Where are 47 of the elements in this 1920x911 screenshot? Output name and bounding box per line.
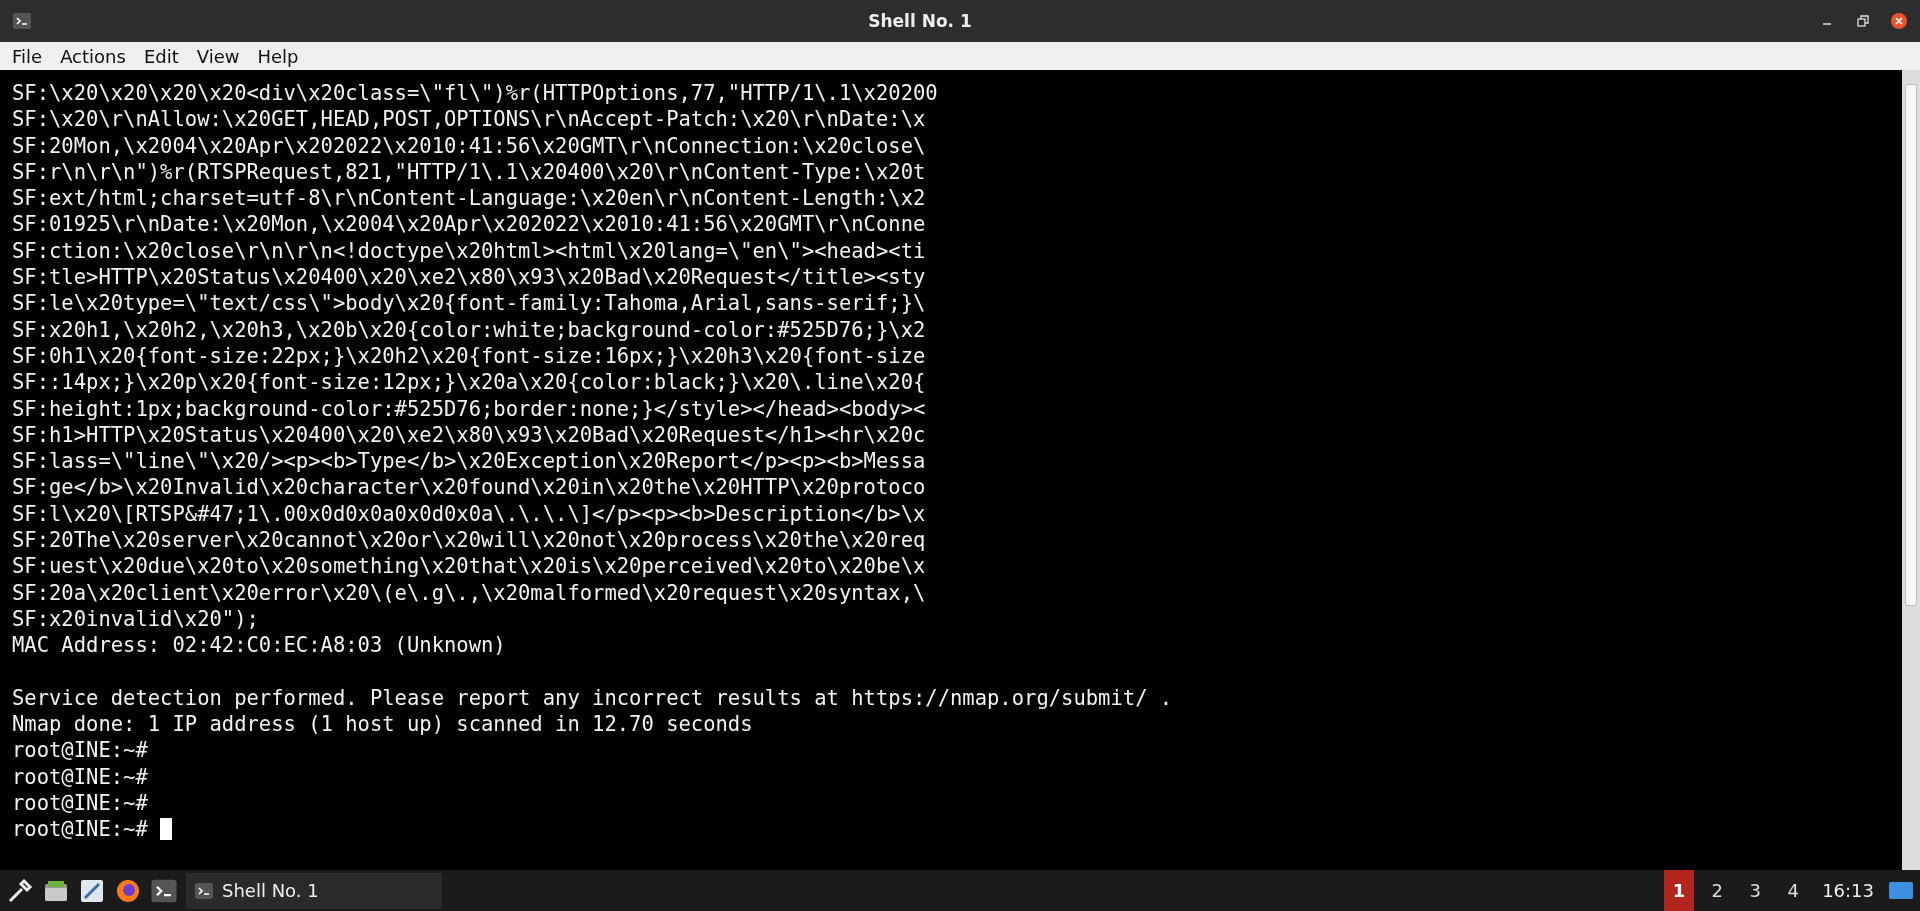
menu-item[interactable]: View [188, 45, 248, 67]
workspace-button[interactable]: 1 [1664, 870, 1695, 911]
terminal-line: root@INE:~# [12, 816, 148, 843]
terminal-icon [194, 880, 214, 901]
terminal-line: SF:\x20\r\nAllow:\x20GET,HEAD,POST,OPTIONS\r\nAccept-Patch:\x20\r\nDate:\x [12, 106, 926, 133]
taskbar-task[interactable]: Shell No. 1 [186, 872, 442, 909]
terminal-line: root@INE:~# [12, 737, 148, 764]
scrollbar[interactable] [1902, 70, 1920, 870]
restore-icon[interactable] [1854, 12, 1872, 30]
terminal-line: SF:20The\x20server\x20cannot\x20or\x20will\x20not\x20process\x20the\x20req [12, 527, 926, 554]
terminal-line: Nmap done: 1 IP address (1 host up) scanned in 12.70 seconds [12, 711, 753, 738]
terminal-icon [12, 11, 32, 31]
terminal-line: SF:ction:\x20close\r\n\r\n<!doctype\x20html><html\x20lang=\"en\"><head><ti [12, 237, 926, 265]
terminal-line: Service detection performed. Please report any incorrect results at https://nmap.org/submit/ . [12, 684, 1173, 712]
terminal-line: SF:uest\x20due\x20to\x20something\x20that\x20is\x20perceived\x20to\x20be\x [12, 553, 926, 580]
terminal-line: SF:\x20\x20\x20\x20<div\x20class=\"fl\")%r(HTTPOptions,77,"HTTP/1\.1\x20200 [12, 80, 938, 107]
terminal-line: SF:le\x20type=\"text/css\">body\x20{font-family:Tahoma,Arial,sans-serif;}\ [12, 290, 926, 317]
terminal-line: SF:20a\x20client\x20error\x20\(e\.g\.,\x20malformed\x20request\x20syntax,\ [12, 579, 926, 606]
terminal-line: SF:height:1px;background-color:#525D76;border:none;}</style></head><body>< [12, 395, 926, 422]
terminal-line: SF:h1>HTTP\x20Status\x20400\x20\xe2\x80\x93\x20Bad\x20Request</h1><hr\x20c [12, 421, 926, 449]
workspace-button[interactable]: 4 [1778, 870, 1809, 911]
close-icon[interactable] [1890, 12, 1908, 30]
workspace-button[interactable]: 2 [1702, 870, 1733, 911]
workspace-button[interactable]: 3 [1740, 870, 1771, 911]
terminal-line: root@INE:~# [12, 790, 148, 817]
menu-item[interactable]: File [4, 45, 51, 67]
terminal-line: SF:tle>HTTP\x20Status\x20400\x20\xe2\x80\x93\x20Bad\x20Request</title><sty [12, 264, 926, 291]
terminal-line: MAC Address: 02:42:C0:EC:A8:03 (Unknown) [12, 632, 506, 659]
terminal-line: SF:01925\r\nDate:\x20Mon,\x2004\x20Apr\x202022\x2010:41:56\x20GMT\r\nConne [12, 211, 926, 238]
tools-icon[interactable] [6, 876, 34, 905]
menu-item[interactable]: Actions [52, 45, 134, 67]
notification-icon[interactable] [1888, 879, 1914, 902]
clock: 16:13 [1821, 880, 1875, 901]
terminal-line: SF:x20h1,\x20h2,\x20h3,\x20b\x20{color:white;background-color:#525D76;}\x2 [12, 316, 926, 343]
terminal-line: SF::14px;}\x20p\x20{font-size:12px;}\x20a\x20{color:black;}\x20\.line\x20{ [12, 369, 926, 396]
terminal-line: SF:ge</b>\x20Invalid\x20character\x20found\x20in\x20the\x20HTTP\x20protoco [12, 474, 926, 501]
terminal-line: SF:0h1\x20{font-size:22px;}\x20h2\x20{font-size:16px;}\x20h3\x20{font-size [12, 342, 926, 370]
window-title: Shell No. 1 [867, 11, 973, 31]
terminal-line: SF:lass=\"line\"\x20/><p><b>Type</b>\x20Exception\x20Report</p><p><b>Messa [12, 448, 926, 475]
terminal-line: SF:l\x20\[RTSP&#47;1\.00x0d0x0a0x0d0x0a\.\.\.\]</p><p><b>Description</b>\x [12, 500, 926, 528]
terminal-line: SF:20Mon,\x2004\x20Apr\x202022\x2010:41:56\x20GMT\r\nConnection:\x20close\ [12, 132, 926, 159]
terminal-line: root@INE:~# [12, 763, 148, 790]
menu-item[interactable]: Edit [135, 45, 187, 67]
terminal-line: SF:r\n\r\n")%r(RTSPRequest,821,"HTTP/1\.1\x20400\x20\r\nContent-Type:\x20t [12, 158, 926, 186]
terminal-line: SF:x20invalid\x20"); [12, 605, 259, 633]
menu-item[interactable]: Help [249, 45, 307, 67]
terminal-line: SF:ext/html;charset=utf-8\r\nContent-Language:\x20en\r\nContent-Length:\x2 [12, 185, 926, 212]
